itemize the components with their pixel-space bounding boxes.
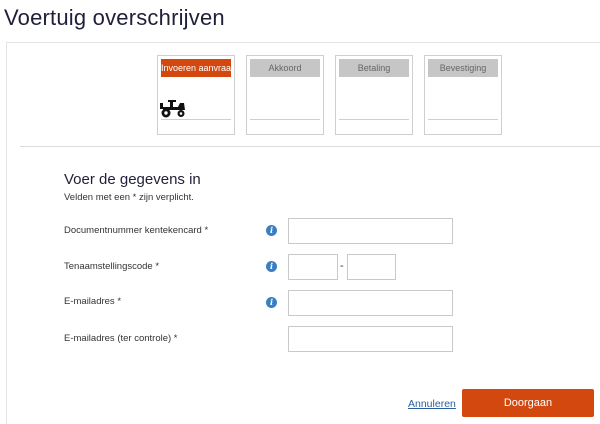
registration-code-label: Tenaamstellingscode * (64, 261, 160, 272)
continue-button[interactable]: Doorgaan (462, 389, 594, 417)
document-number-input[interactable] (288, 218, 453, 244)
step-label: Bevestiging (428, 59, 498, 77)
step-bevestiging: Bevestiging (424, 55, 502, 135)
step-divider (161, 119, 231, 120)
page-title: Voertuig overschrijven (4, 5, 225, 30)
email-label: E-mailadres * (64, 296, 122, 307)
document-number-label: Documentnummer kentekencard * (64, 225, 209, 236)
required-note: Velden met een * zijn verplicht. (64, 192, 194, 203)
step-akkoord: Akkoord (246, 55, 324, 135)
step-invoeren-aanvraag: Invoeren aanvraag (157, 55, 235, 135)
form-title: Voer de gegevens in (64, 171, 201, 188)
email-confirm-label: E-mailadres (ter controle) * (64, 333, 178, 344)
section-divider (20, 146, 600, 147)
registration-code-part1-input[interactable] (288, 254, 338, 280)
step-divider (250, 119, 320, 120)
email-confirm-input[interactable] (288, 326, 453, 352)
info-icon[interactable]: i (266, 297, 277, 308)
registration-code-separator: - (340, 260, 344, 272)
step-label: Invoeren aanvraag (161, 59, 231, 77)
step-divider (428, 119, 498, 120)
info-icon[interactable]: i (266, 261, 277, 272)
cancel-link[interactable]: Annuleren (408, 398, 456, 410)
step-betaling: Betaling (335, 55, 413, 135)
step-label: Akkoord (250, 59, 320, 77)
registration-code-part2-input[interactable] (347, 254, 396, 280)
email-input[interactable] (288, 290, 453, 316)
step-label: Betaling (339, 59, 409, 77)
tractor-icon (160, 100, 185, 118)
step-divider (339, 119, 409, 120)
info-icon[interactable]: i (266, 225, 277, 236)
